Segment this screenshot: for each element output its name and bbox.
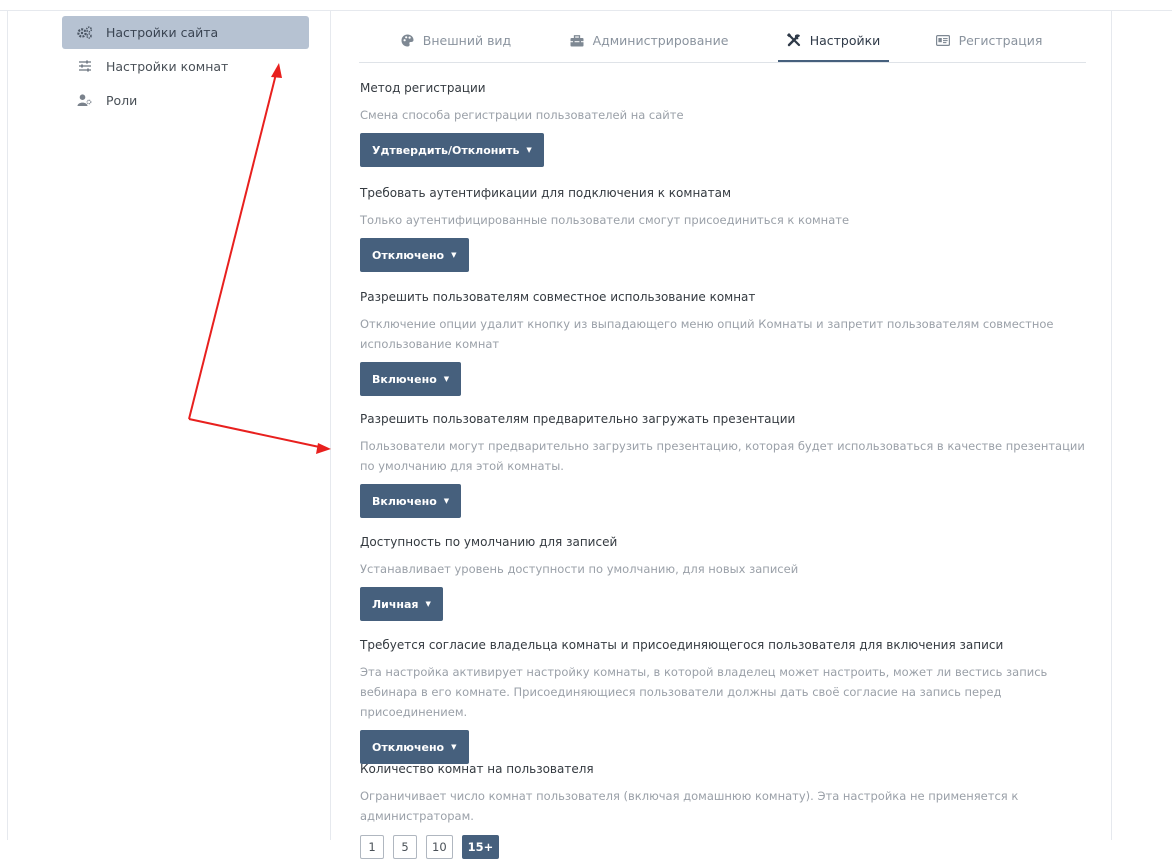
room-limit-option-5[interactable]: 5 — [393, 835, 417, 859]
sidebar-item-roles[interactable]: Роли — [62, 83, 309, 117]
setting-description: Только аутентифицированные пользователи … — [360, 213, 850, 227]
users-icon — [76, 93, 94, 107]
room-limit-option-10[interactable]: 10 — [426, 835, 453, 859]
sidebar-item-label: Роли — [106, 92, 138, 108]
require-auth-dropdown[interactable]: Отключено ▼ — [360, 238, 469, 272]
tools-icon — [786, 33, 801, 47]
content-right-border — [1111, 10, 1112, 840]
setting-require-auth: Требовать аутентификации для подключения… — [360, 185, 1090, 272]
setting-title: Доступность по умолчанию для записей — [360, 535, 618, 549]
page-left-border — [7, 10, 8, 840]
registration-method-dropdown[interactable]: Удтвердить/Отклонить ▼ — [360, 133, 544, 167]
setting-title: Разрешить пользователям предварительно з… — [360, 412, 796, 426]
palette-icon — [401, 34, 414, 47]
room-limit-options: 1 5 10 15+ — [360, 835, 1090, 859]
tab-label: Внешний вид — [422, 33, 512, 48]
setting-description: Отключение опции удалит кнопку из выпада… — [360, 317, 1054, 351]
setting-description: Эта настройка активирует настройку комна… — [360, 665, 1048, 719]
setting-preupload-presentations: Разрешить пользователям предварительно з… — [360, 411, 1090, 518]
tab-label: Настройки — [809, 32, 881, 48]
cogs-icon — [76, 26, 94, 40]
room-limit-option-1[interactable]: 1 — [360, 835, 384, 859]
sidebar-item-label: Настройки комнат — [106, 58, 229, 74]
setting-recording-consent: Требуется согласие владельца комнаты и п… — [360, 637, 1090, 764]
dropdown-value: Удтвердить/Отклонить — [372, 143, 520, 157]
tab-label: Администрирование — [592, 33, 729, 48]
setting-title: Требовать аутентификации для подключения… — [360, 186, 732, 200]
tab-label: Регистрация — [958, 33, 1043, 48]
caret-down-icon: ▼ — [443, 374, 450, 383]
tab-registration[interactable]: Регистрация — [929, 20, 1049, 61]
annotation-arrow-lines — [188, 69, 325, 449]
caret-down-icon: ▼ — [425, 599, 431, 608]
setting-description: Смена способа регистрации пользователей … — [360, 108, 684, 122]
tab-settings[interactable]: Настройки — [778, 20, 889, 62]
sidebar-item-room-settings[interactable]: Настройки комнат — [62, 49, 309, 83]
setting-title: Требуется согласие владельца комнаты и п… — [360, 638, 1004, 652]
tab-appearance[interactable]: Внешний вид — [381, 20, 531, 61]
caret-down-icon: ▼ — [451, 250, 457, 259]
recording-consent-dropdown[interactable]: Отключено ▼ — [360, 730, 469, 764]
room-limit-option-15-plus[interactable]: 15+ — [461, 835, 500, 859]
setting-description: Устанавливает уровень доступности по умо… — [360, 562, 799, 576]
sidebar-item-site-settings[interactable]: Настройки сайта — [62, 16, 309, 49]
setting-default-recording-visibility: Доступность по умолчанию для записей Уст… — [360, 534, 1090, 621]
setting-room-sharing: Разрешить пользователям совместное испол… — [360, 289, 1090, 396]
sidebar-item-label: Настройки сайта — [106, 25, 219, 40]
content-divider — [330, 10, 331, 840]
id-card-icon — [935, 35, 950, 46]
recording-visibility-dropdown[interactable]: Личная ▼ — [360, 587, 443, 621]
setting-registration-method: Метод регистрации Смена способа регистра… — [360, 80, 1090, 167]
dropdown-value: Отключено — [372, 740, 445, 754]
setting-title: Количество комнат на пользователя — [360, 762, 594, 776]
arrow-head-right-icon — [316, 443, 331, 454]
dropdown-value: Включено — [372, 494, 437, 508]
tab-administration[interactable]: Администрирование — [549, 20, 749, 61]
dropdown-value: Включено — [372, 372, 437, 386]
admin-sidebar: Настройки сайта Настройки комнат Роли — [62, 16, 309, 117]
caret-down-icon: ▼ — [443, 496, 450, 505]
setting-description: Ограничивает число комнат пользователя (… — [360, 789, 1019, 823]
setting-title: Метод регистрации — [360, 81, 486, 95]
settings-tabs: Внешний вид Администрирование Настройки … — [359, 20, 1086, 63]
top-border — [0, 0, 1172, 11]
dropdown-value: Отключено — [372, 248, 445, 262]
caret-down-icon: ▼ — [451, 742, 457, 751]
sliders-icon — [76, 59, 94, 73]
setting-description: Пользователи могут предварительно загруз… — [360, 439, 1085, 473]
caret-down-icon: ▼ — [526, 145, 532, 154]
preupload-presentations-dropdown[interactable]: Включено ▼ — [360, 484, 462, 518]
room-sharing-dropdown[interactable]: Включено ▼ — [360, 362, 462, 396]
setting-room-limit: Количество комнат на пользователя Ограни… — [360, 761, 1090, 859]
setting-title: Разрешить пользователям совместное испол… — [360, 290, 756, 304]
toolbox-icon — [570, 34, 584, 47]
dropdown-value: Личная — [372, 597, 419, 611]
